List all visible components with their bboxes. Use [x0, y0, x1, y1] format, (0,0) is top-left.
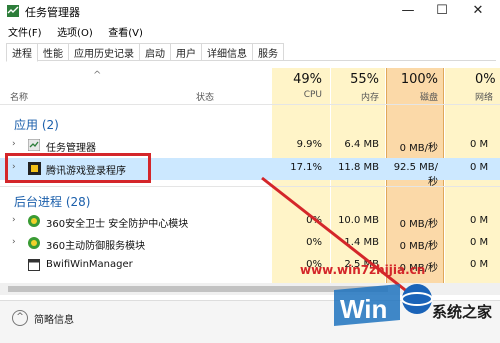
watermark-url: www.win7zhijia.cn: [300, 263, 426, 277]
brand-watermark: 系统之家: [432, 303, 493, 321]
fewer-details-link[interactable]: 简略信息: [34, 311, 74, 326]
globe-logo-icon: [401, 284, 433, 314]
windows-logo-watermark: Win: [334, 284, 400, 326]
collapse-chevron-icon[interactable]: ^: [12, 310, 28, 326]
svg-text:Win: Win: [340, 294, 387, 324]
